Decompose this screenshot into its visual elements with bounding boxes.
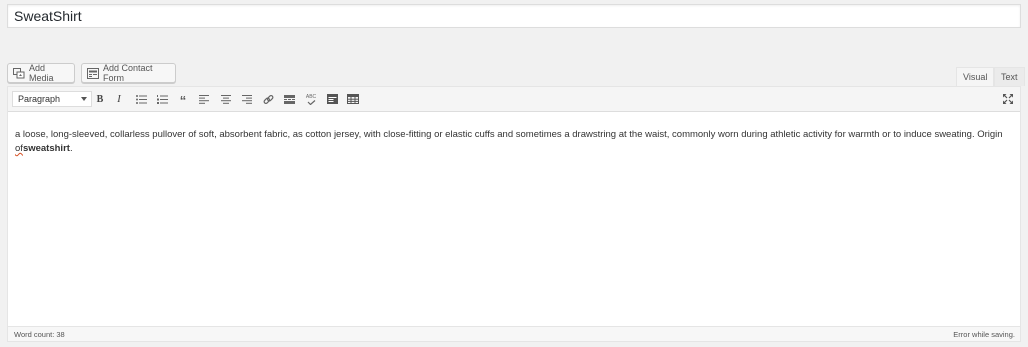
add-contact-form-label: Add Contact Form — [103, 63, 153, 83]
align-right-icon — [242, 94, 252, 104]
post-title-input[interactable] — [8, 5, 1020, 27]
format-select-value: Paragraph — [18, 94, 61, 104]
bulleted-list-icon — [135, 94, 147, 104]
bold-button[interactable]: B — [91, 91, 109, 107]
tab-text[interactable]: Text — [994, 67, 1025, 86]
tab-visual-label: Visual — [963, 72, 988, 82]
save-status-message: Error while saving. — [953, 330, 1015, 339]
tab-visual[interactable]: Visual — [956, 67, 995, 86]
add-contact-form-button[interactable]: Add Contact Form — [81, 63, 176, 83]
table-icon — [347, 94, 359, 104]
align-right-button[interactable] — [238, 91, 256, 107]
editor-content[interactable]: a loose, long-sleeved, collarless pullov… — [8, 112, 1020, 156]
content-text: a loose, long-sleeved, collarless pullov… — [15, 129, 1003, 140]
post-title-field[interactable] — [7, 4, 1021, 28]
word-count: Word count: 38 — [14, 330, 65, 339]
link-button[interactable] — [259, 91, 277, 107]
spellcheck-button[interactable]: ABC — [302, 91, 320, 107]
editor-toolbar: Paragraph B I “ ABC — [8, 87, 1020, 112]
table-button[interactable] — [344, 91, 362, 107]
read-more-button[interactable] — [280, 91, 298, 107]
editor-container: Paragraph B I “ ABC a loose, long-sleeve… — [7, 86, 1021, 342]
read-more-icon — [283, 94, 295, 104]
misspelled-word: of — [15, 143, 23, 154]
align-center-icon — [221, 94, 231, 104]
form-icon — [87, 67, 99, 79]
kitchen-sink-icon — [326, 94, 338, 104]
editor-status-bar: Word count: 38 Error while saving. — [8, 326, 1020, 341]
chevron-down-icon — [81, 97, 87, 101]
toolbar-toggle-button[interactable] — [323, 91, 341, 107]
format-select[interactable]: Paragraph — [12, 91, 92, 107]
bold-icon: B — [96, 93, 104, 105]
align-left-icon — [199, 94, 209, 104]
add-media-label: Add Media — [29, 63, 54, 83]
blockquote-button[interactable]: “ — [174, 91, 192, 107]
align-left-button[interactable] — [195, 91, 213, 107]
bulleted-list-button[interactable] — [132, 91, 150, 107]
fullscreen-button[interactable] — [999, 91, 1017, 107]
tab-text-label: Text — [1001, 72, 1018, 82]
fullscreen-icon — [1003, 94, 1013, 104]
numbered-list-icon — [156, 94, 168, 104]
blockquote-icon: “ — [179, 93, 187, 108]
add-media-button[interactable]: Add Media — [7, 63, 75, 83]
italic-icon: I — [117, 93, 121, 105]
align-center-button[interactable] — [217, 91, 235, 107]
media-icon — [13, 67, 25, 79]
spellcheck-icon: ABC — [306, 94, 316, 105]
italic-button[interactable]: I — [110, 91, 128, 107]
numbered-list-button[interactable] — [153, 91, 171, 107]
link-icon — [263, 94, 273, 104]
bold-word: sweatshirt — [22, 143, 70, 154]
content-text-end: . — [69, 143, 73, 154]
